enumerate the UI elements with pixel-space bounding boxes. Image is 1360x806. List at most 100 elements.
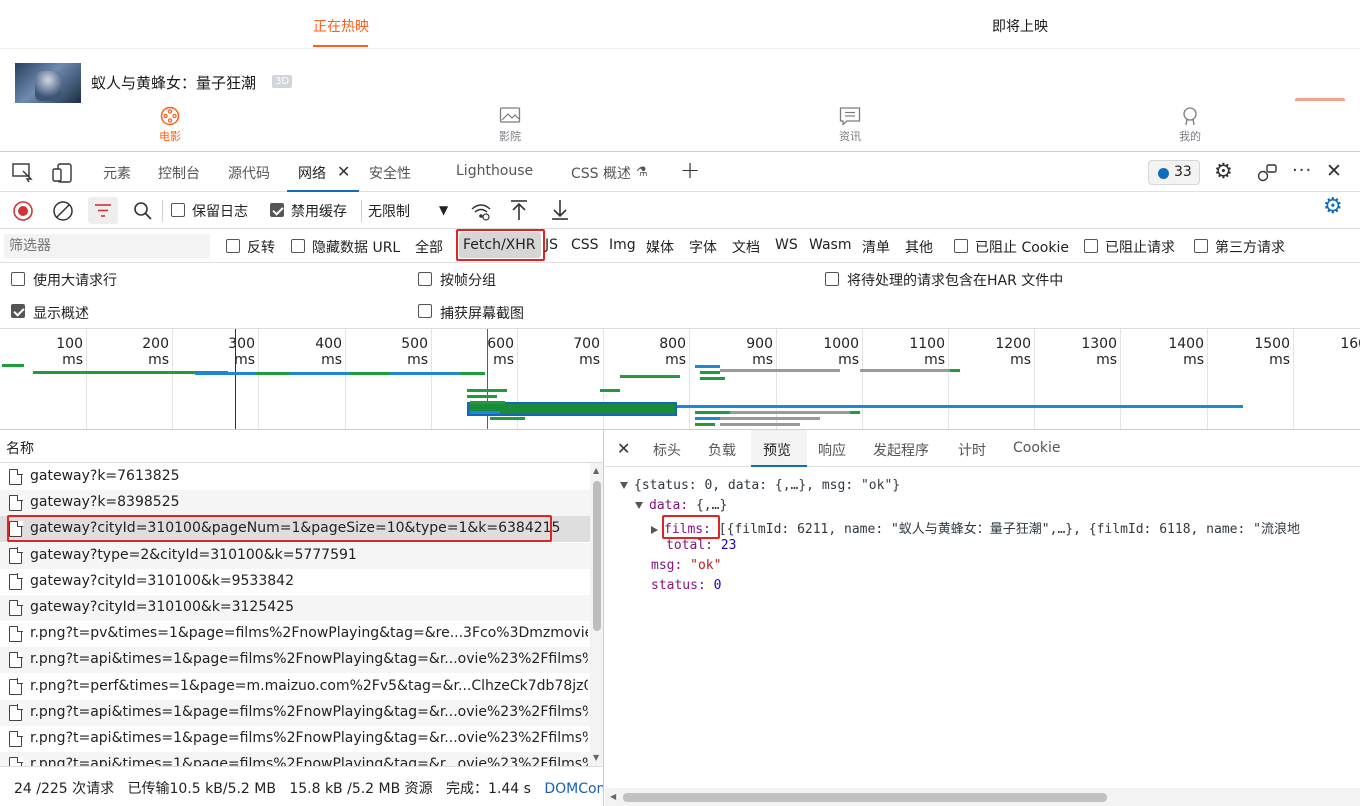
filter-toggle-button[interactable]	[88, 197, 118, 224]
customize-feedback-icon[interactable]	[1256, 163, 1278, 183]
filter-type-ws[interactable]: WS	[775, 237, 798, 253]
expand-triangle-icon[interactable]	[635, 502, 643, 509]
request-row[interactable]: gateway?cityId=310100&k=9533842	[0, 569, 590, 595]
buy-button[interactable]	[1295, 98, 1345, 101]
filter-type-other[interactable]: 其他	[905, 237, 933, 257]
har-pending-checkbox[interactable]	[825, 272, 839, 286]
document-icon	[9, 494, 23, 512]
timeline-bar	[195, 372, 255, 375]
request-row[interactable]: r.png?t=pv&times=1&page=films%2FnowPlayi…	[0, 621, 590, 647]
tab-security[interactable]: 安全性	[369, 163, 411, 183]
disable-cache-checkbox[interactable]	[270, 203, 284, 217]
request-row[interactable]: gateway?k=8398525	[0, 490, 590, 517]
tab-now-playing[interactable]: 正在热映	[313, 16, 369, 36]
network-settings-gear-icon[interactable]: ⚙	[1323, 196, 1343, 218]
search-icon[interactable]	[133, 201, 153, 221]
tab-console[interactable]: 控制台	[158, 163, 200, 183]
request-row[interactable]: gateway?type=2&cityId=310100&k=5777591	[0, 542, 590, 569]
close-detail-icon[interactable]: ✕	[617, 439, 630, 458]
tab-coming-soon[interactable]: 即将上映	[992, 16, 1048, 36]
blocked-cookies-checkbox[interactable]	[954, 239, 968, 253]
large-rows-checkbox[interactable]	[11, 272, 25, 286]
blocked-requests-checkbox[interactable]	[1084, 239, 1098, 253]
show-overview-checkbox[interactable]	[11, 304, 25, 318]
close-tab-icon[interactable]: ✕	[337, 163, 350, 181]
tab-preview[interactable]: 预览	[763, 440, 791, 460]
third-party-checkbox[interactable]	[1194, 239, 1208, 253]
collapse-triangle-icon[interactable]	[651, 525, 658, 534]
network-overview-timeline[interactable]: 100 ms 200 ms 300 ms 400 ms 500 ms 600 ms 700 …	[0, 328, 1360, 430]
export-har-icon[interactable]	[550, 199, 570, 221]
tab-headers[interactable]: 标头	[653, 440, 681, 460]
filter-type-doc[interactable]: 文档	[732, 237, 760, 257]
scroll-down-icon[interactable]: ▼	[593, 753, 599, 762]
request-row[interactable]: r.png?t=perf&times=1&page=m.maizuo.com%2…	[0, 674, 590, 700]
hide-data-url-checkbox[interactable]	[291, 239, 305, 253]
scrollbar-thumb[interactable]	[623, 793, 1107, 802]
tab-elements[interactable]: 元素	[103, 163, 131, 183]
tab-initiator[interactable]: 发起程序	[873, 440, 929, 460]
film-poster[interactable]	[15, 63, 81, 103]
filter-type-img[interactable]: Img	[609, 237, 636, 253]
tab-css-overview[interactable]: CSS 概述	[571, 163, 631, 183]
preview-horizontal-scrollbar[interactable]: ◀	[605, 788, 1360, 806]
issues-button[interactable]: 33	[1148, 160, 1200, 185]
tab-cookies[interactable]: Cookie	[1013, 440, 1061, 456]
filter-input[interactable]	[4, 234, 210, 258]
film-title[interactable]: 蚁人与黄蜂女：量子狂潮	[91, 72, 256, 93]
nav-profile[interactable]: 我的	[1160, 106, 1220, 144]
filter-type-font[interactable]: 字体	[689, 237, 717, 257]
invert-checkbox[interactable]	[226, 239, 240, 253]
timeline-bar	[460, 372, 485, 375]
json-root-node[interactable]: {status: 0, data: {,…}, msg: "ok"}	[620, 478, 900, 493]
group-by-frame-checkbox[interactable]	[418, 272, 432, 286]
record-stop-icon[interactable]	[12, 200, 34, 222]
add-tab-icon[interactable]: +	[680, 158, 700, 182]
request-row[interactable]: gateway?cityId=310100&k=3125425	[0, 595, 590, 621]
throttling-select[interactable]: 无限制 ▼	[364, 197, 456, 224]
capture-screenshots-checkbox[interactable]	[418, 304, 432, 318]
filter-type-all[interactable]: 全部	[415, 237, 443, 257]
json-key: msg	[651, 558, 675, 573]
scrollbar-thumb[interactable]	[593, 481, 601, 631]
request-list-scrollbar[interactable]: ▲ ▼	[590, 463, 603, 766]
tab-payload[interactable]: 负载	[708, 440, 736, 460]
nav-movies[interactable]: 电影	[140, 106, 200, 144]
request-row[interactable]: r.png?t=api&times=1&page=films%2FnowPlay…	[0, 726, 590, 752]
timeline-tick-label: 1300 ms	[1081, 336, 1117, 368]
expand-triangle-icon[interactable]	[620, 482, 628, 489]
json-root-summary: {status: 0, data: {,…}, msg: "ok"}	[634, 478, 901, 493]
import-har-icon[interactable]	[509, 199, 529, 221]
filter-type-js[interactable]: JS	[545, 237, 558, 253]
more-options-icon[interactable]: ···	[1292, 162, 1312, 180]
network-conditions-icon[interactable]	[470, 201, 492, 221]
tab-sources[interactable]: 源代码	[228, 163, 270, 183]
request-count: 24 /225 次请求	[14, 781, 115, 797]
device-emulation-icon[interactable]	[52, 163, 74, 183]
close-devtools-icon[interactable]: ✕	[1326, 162, 1342, 181]
filter-type-media[interactable]: 媒体	[646, 237, 674, 257]
filter-type-css[interactable]: CSS	[571, 237, 599, 253]
nav-news[interactable]: 资讯	[820, 106, 880, 144]
timeline-bar	[695, 423, 715, 426]
tab-network[interactable]: 网络	[298, 163, 326, 183]
scroll-left-icon[interactable]: ◀	[610, 792, 616, 801]
request-row[interactable]: r.png?t=api&times=1&page=films%2FnowPlay…	[0, 699, 590, 726]
tab-lighthouse[interactable]: Lighthouse	[456, 163, 533, 179]
json-films-node[interactable]: films: [{filmId: 6211, name: "蚁人与黄蜂女：量子狂…	[651, 518, 1300, 537]
nav-cinemas[interactable]: 影院	[480, 106, 540, 144]
filter-type-manifest[interactable]: 清单	[862, 237, 890, 257]
request-row[interactable]: r.png?t=api&times=1&page=films%2FnowPlay…	[0, 647, 590, 674]
json-data-node[interactable]: data: {,…}	[635, 498, 727, 513]
scroll-up-icon[interactable]: ▲	[593, 466, 599, 475]
filter-type-wasm[interactable]: Wasm	[809, 237, 851, 253]
tab-response[interactable]: 响应	[818, 440, 846, 460]
settings-gear-icon[interactable]: ⚙	[1214, 161, 1233, 182]
request-row[interactable]: r.png?t=api&times=1&page=films%2FnowPlay…	[0, 752, 590, 766]
inspect-element-icon[interactable]	[12, 163, 34, 183]
clear-icon[interactable]	[52, 200, 74, 222]
request-row[interactable]: gateway?k=7613825	[0, 464, 590, 490]
column-header-name[interactable]: 名称	[0, 430, 603, 463]
preserve-log-checkbox[interactable]	[171, 203, 185, 217]
tab-timing[interactable]: 计时	[958, 440, 986, 460]
